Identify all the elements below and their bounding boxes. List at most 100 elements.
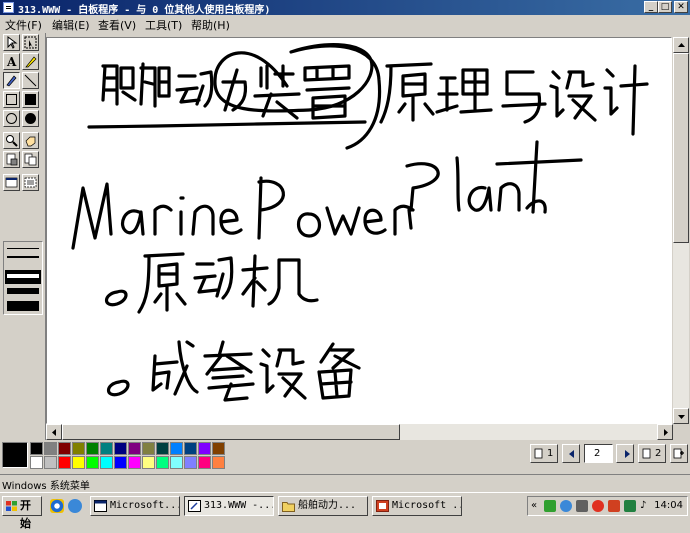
menu-view[interactable]: 查看(V) [98,17,136,33]
task-label: 船舶动力... [298,500,357,511]
select-window-icon[interactable] [3,174,20,191]
zoom-icon[interactable] [3,132,20,149]
horizontal-scrollbar[interactable] [46,424,673,440]
status-text: Windows 系统菜单 [2,481,90,492]
color-swatch[interactable] [114,456,127,469]
start-button[interactable]: 开始 [2,496,42,530]
menu-tools[interactable]: 工具(T) [145,17,182,33]
color-swatch[interactable] [198,442,211,455]
volume-icon[interactable]: ♪ [640,500,652,512]
line-width-3[interactable] [7,274,39,278]
color-swatch[interactable] [58,456,71,469]
next-page-button[interactable] [616,444,634,463]
color-swatch[interactable] [184,442,197,455]
scroll-up-button[interactable] [673,37,689,53]
highlighter-icon[interactable] [22,53,39,70]
vertical-scroll-thumb[interactable] [673,53,689,243]
antivirus-icon[interactable] [592,500,604,512]
close-button[interactable]: ✕ [674,1,688,13]
vertical-scrollbar[interactable] [673,37,689,424]
handwriting-bullet2-strokes [106,340,361,402]
menu-edit[interactable]: 编辑(E) [52,17,90,33]
maximize-button[interactable]: □ [658,1,672,13]
insert-page-button[interactable] [670,444,688,463]
hollow-ellipse-icon[interactable] [3,110,20,127]
filled-rect-icon[interactable] [22,91,39,108]
scroll-down-button[interactable] [673,408,689,424]
page-number-input[interactable]: 2 [584,444,613,463]
whiteboard-canvas[interactable] [46,37,672,424]
hollow-rect-icon[interactable] [3,91,20,108]
office-icon[interactable] [608,500,620,512]
line-width-selector[interactable] [3,241,43,315]
color-swatch[interactable] [128,442,141,455]
color-swatch[interactable] [170,456,183,469]
line-width-5[interactable] [7,301,39,311]
tray-expand-icon[interactable]: « [531,500,543,512]
color-swatch[interactable] [212,456,225,469]
printer-icon[interactable] [576,500,588,512]
pen-icon[interactable] [3,72,20,89]
color-swatch[interactable] [142,442,155,455]
select-area-icon[interactable] [22,34,39,51]
minimize-button[interactable]: _ [644,1,658,13]
monitor-icon[interactable] [624,500,636,512]
color-swatch[interactable] [170,442,183,455]
text-icon[interactable]: A [3,53,20,70]
line-width-4[interactable] [7,288,39,294]
synchronize-icon[interactable] [22,151,39,168]
presentation-icon [376,500,389,512]
color-swatch[interactable] [72,442,85,455]
task-button-1[interactable]: 313.WWW -... [184,496,274,516]
first-page-label: 1 [547,448,554,459]
filled-ellipse-icon[interactable] [22,110,39,127]
select-area-capture-icon[interactable] [22,174,39,191]
handwriting-bullet1-strokes [104,252,319,314]
color-swatch[interactable] [86,442,99,455]
task-button-0[interactable]: Microsoft... [90,496,180,516]
color-swatch[interactable] [100,456,113,469]
color-swatch[interactable] [58,442,71,455]
scroll-right-button[interactable] [657,424,673,440]
previous-page-button[interactable] [562,444,580,463]
last-page-button[interactable]: 2 [638,444,666,463]
color-swatch[interactable] [72,456,85,469]
color-swatch[interactable] [142,456,155,469]
task-button-3[interactable]: Microsoft ... [372,496,462,516]
first-page-button[interactable]: 1 [530,444,558,463]
menu-file[interactable]: 文件(F) [5,17,42,33]
color-swatch[interactable] [30,456,43,469]
lock-contents-icon[interactable] [3,151,20,168]
window-title: 313.WWW - 白板程序 - 与 0 位其他人使用白板程序) [18,5,271,16]
scroll-left-button[interactable] [46,424,62,440]
color-swatch[interactable] [100,442,113,455]
color-swatch[interactable] [30,442,43,455]
title-bar[interactable]: 313.WWW - 白板程序 - 与 0 位其他人使用白板程序) _ □ ✕ [0,0,690,16]
network-icon[interactable] [544,500,556,512]
horizontal-scroll-thumb[interactable] [62,424,400,440]
clock: 14:04 [654,500,683,511]
color-swatch[interactable] [212,442,225,455]
task-label: Microsoft ... [392,500,461,511]
browser-quicklaunch-icon[interactable] [50,499,64,513]
color-swatch[interactable] [44,442,57,455]
color-swatch[interactable] [184,456,197,469]
color-swatch[interactable] [114,442,127,455]
color-swatch[interactable] [156,456,169,469]
remote-pointer-icon[interactable] [22,132,39,149]
task-button-2[interactable]: 船舶动力... [278,496,368,516]
menu-help[interactable]: 帮助(H) [191,17,230,33]
color-swatch[interactable] [86,456,99,469]
color-swatch[interactable] [198,456,211,469]
line-width-2[interactable] [7,256,39,258]
line-width-1[interactable] [7,248,39,249]
whiteboard-app-icon[interactable] [3,2,14,13]
color-swatch[interactable] [128,456,141,469]
color-swatch[interactable] [44,456,57,469]
internet-explorer-icon[interactable] [68,499,82,513]
line-icon[interactable] [22,72,39,89]
select-arrow-icon[interactable] [3,34,20,51]
color-swatch[interactable] [156,442,169,455]
messenger-icon[interactable] [560,500,572,512]
whiteboard-icon [188,500,201,512]
